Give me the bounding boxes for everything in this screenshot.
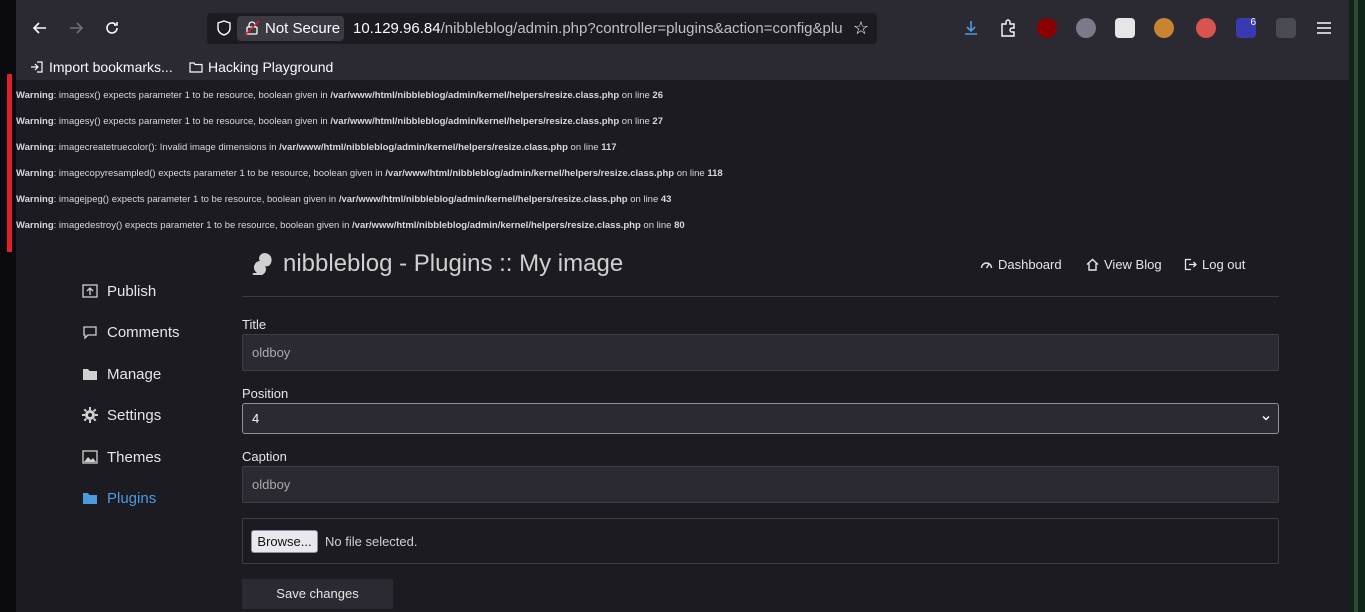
squirrel-logo-icon — [252, 253, 272, 275]
sidebar-item-label: Comments — [107, 323, 180, 341]
title-label: Title — [242, 317, 267, 332]
not-secure-badge[interactable]: Not Secure — [237, 16, 344, 41]
reload-icon — [106, 22, 118, 34]
folder-icon — [83, 493, 97, 504]
dashboard-label: Dashboard — [998, 257, 1062, 272]
dashboard-gauge-icon — [980, 262, 993, 269]
sidebar-item-plugins[interactable]: Plugins — [82, 486, 156, 510]
php-warning: Warning: imagesy() expects parameter 1 t… — [16, 116, 663, 127]
browse-button[interactable]: Browse... — [251, 530, 318, 553]
sidebar-item-publish[interactable]: Publish — [82, 279, 156, 303]
url-host: 10.129.96.84 — [353, 20, 441, 37]
extension-badge-count: 6 — [1250, 17, 1256, 28]
comment-icon — [83, 326, 97, 340]
scrollbar[interactable] — [1354, 0, 1358, 612]
page-content: Warning: imagesx() expects parameter 1 t… — [16, 80, 1349, 612]
bookmark-label: Hacking Playground — [208, 59, 334, 75]
back-button[interactable] — [26, 14, 54, 42]
privacy-glasses-icon[interactable] — [1076, 18, 1096, 38]
sidebar-item-label: Plugins — [107, 489, 157, 507]
folder-icon — [83, 369, 97, 380]
sidebar-item-label: Publish — [107, 282, 157, 300]
container-tabs-icon[interactable] — [1276, 18, 1296, 38]
page-title: nibbleblog - Plugins :: My image — [250, 250, 623, 278]
url-text[interactable]: 10.129.96.84/nibbleblog/admin.php?contro… — [353, 20, 847, 37]
browser-toolbar: Not Secure 10.129.96.84/nibbleblog/admin… — [16, 0, 1349, 56]
php-warning: Warning: imagecopyresampled() expects pa… — [16, 168, 723, 179]
image-icon — [82, 450, 98, 464]
url-path: /nibbleblog/admin.php?controller=plugins… — [440, 20, 843, 37]
php-warning: Warning: imagejpeg() expects parameter 1… — [16, 194, 672, 205]
right-window-edge — [1349, 0, 1365, 612]
publish-icon — [82, 284, 98, 298]
logout-icon — [1184, 258, 1197, 271]
sidebar-item-manage[interactable]: Manage — [82, 362, 161, 386]
cookie-icon[interactable] — [1154, 18, 1174, 38]
shield-icon[interactable] — [215, 19, 233, 37]
php-warning: Warning: imagesx() expects parameter 1 t… — [16, 90, 663, 101]
view-blog-label: View Blog — [1104, 257, 1162, 272]
home-icon — [1086, 258, 1099, 271]
sidebar-item-themes[interactable]: Themes — [82, 445, 161, 469]
bookmark-label: Import bookmarks... — [49, 59, 173, 75]
chevron-down-icon — [1262, 415, 1270, 421]
forward-button[interactable] — [62, 14, 90, 42]
sidebar-item-comments[interactable]: Comments — [82, 320, 180, 344]
extensions-puzzle-icon[interactable] — [998, 18, 1018, 38]
caption-label: Caption — [242, 449, 287, 464]
qr-code-icon[interactable] — [1115, 18, 1135, 38]
reload-button[interactable] — [98, 14, 126, 42]
foxyproxy-icon[interactable] — [1196, 18, 1216, 38]
wappalyzer-icon[interactable]: 6 — [1236, 18, 1256, 38]
back-arrow-icon — [32, 22, 46, 34]
logout-label: Log out — [1202, 257, 1246, 272]
bookmarks-bar: Import bookmarks... Hacking Playground — [16, 56, 1349, 80]
bookmark-star-icon[interactable]: ☆ — [853, 18, 869, 39]
title-input[interactable]: oldboy — [242, 334, 1279, 371]
no-file-selected-text: No file selected. — [325, 534, 418, 549]
forward-arrow-icon — [70, 22, 84, 34]
save-changes-button[interactable]: Save changes — [242, 579, 393, 609]
page-title-text: nibbleblog - Plugins :: My image — [283, 250, 624, 277]
view-blog-link[interactable]: View Blog — [1086, 257, 1162, 272]
folder-icon — [189, 62, 203, 73]
sidebar-item-label: Manage — [107, 365, 162, 383]
gear-icon — [82, 407, 98, 423]
bookmark-import[interactable]: Import bookmarks... — [30, 56, 173, 78]
caption-input[interactable]: oldboy — [242, 466, 1279, 503]
downloads-icon[interactable] — [961, 18, 981, 38]
error-indicator-bar — [7, 74, 12, 252]
logout-link[interactable]: Log out — [1184, 257, 1245, 272]
url-bar[interactable]: Not Secure 10.129.96.84/nibbleblog/admin… — [207, 13, 877, 44]
not-secure-label: Not Secure — [265, 20, 341, 37]
position-value: 4 — [252, 411, 260, 426]
dashboard-link[interactable]: Dashboard — [980, 257, 1062, 272]
insecure-lock-icon — [244, 20, 260, 36]
hamburger-menu-icon[interactable] — [1314, 18, 1334, 38]
php-warning: Warning: imagedestroy() expects paramete… — [16, 220, 685, 231]
position-select[interactable]: 4 — [242, 403, 1279, 434]
sidebar-item-label: Settings — [107, 406, 162, 424]
file-upload-field: Browse... No file selected. — [242, 518, 1279, 564]
bookmark-hacking-playground[interactable]: Hacking Playground — [189, 56, 333, 78]
import-icon — [31, 61, 43, 73]
header-divider — [242, 296, 1279, 297]
php-warning: Warning: imagecreatetruecolor(): Invalid… — [16, 142, 617, 153]
sidebar-item-label: Themes — [107, 448, 162, 466]
ublock-origin-icon[interactable] — [1037, 18, 1057, 38]
position-label: Position — [242, 386, 289, 401]
sidebar-item-settings[interactable]: Settings — [82, 403, 161, 427]
